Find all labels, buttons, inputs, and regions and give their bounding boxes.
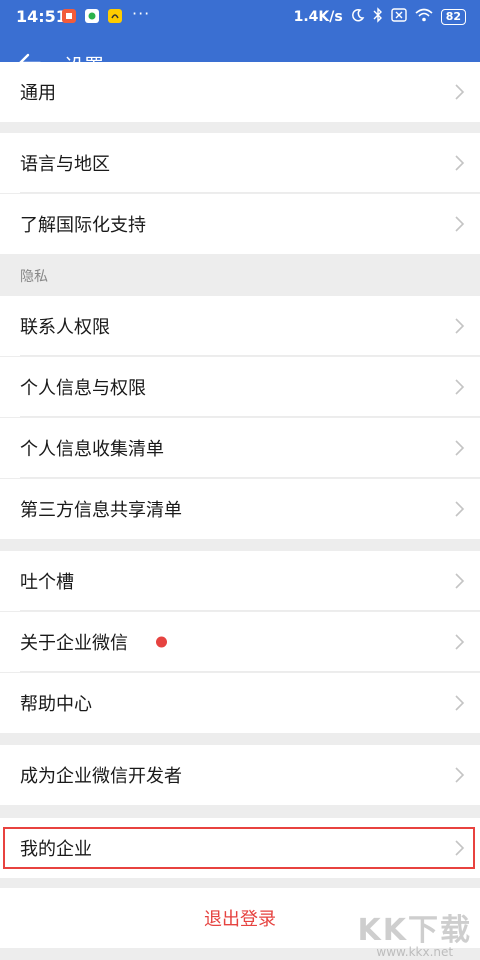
settings-item-third-party-sharing[interactable]: 第三方信息共享清单 (0, 479, 480, 539)
moon-icon (351, 8, 365, 26)
notification-app-icon (85, 9, 99, 23)
chevron-right-icon (455, 840, 465, 856)
divider (20, 610, 480, 611)
settings-item-label: 了解国际化支持 (20, 215, 146, 236)
chevron-right-icon (455, 634, 465, 650)
settings-item-label: 我的企业 (20, 839, 92, 860)
notification-app-icon (108, 9, 122, 23)
settings-item-feedback[interactable]: 吐个槽 (0, 551, 480, 611)
divider (20, 671, 480, 672)
settings-item-label: 吐个槽 (20, 572, 74, 593)
status-time: 14:51 (16, 7, 67, 26)
settings-item-i18n-support[interactable]: 了解国际化支持 (0, 194, 480, 254)
divider (20, 416, 480, 417)
settings-item-label: 成为企业微信开发者 (20, 766, 182, 787)
watermark-logo: KK下载 www.kkx.net (358, 905, 473, 959)
divider (20, 192, 480, 193)
settings-item-personal-info-permission[interactable]: 个人信息与权限 (0, 357, 480, 417)
settings-item-label: 第三方信息共享清单 (20, 500, 182, 521)
settings-item-label: 个人信息收集清单 (20, 439, 164, 460)
more-notifications-icon: ··· (132, 4, 151, 23)
settings-item-label: 帮助中心 (20, 694, 92, 715)
notification-app-icon (62, 9, 76, 23)
chevron-right-icon (455, 318, 465, 334)
section-header-privacy: 隐私 (20, 269, 48, 285)
new-badge-dot (156, 636, 167, 648)
settings-item-label: 关于企业微信 (20, 633, 128, 654)
chevron-right-icon (455, 379, 465, 395)
settings-item-label: 通用 (20, 83, 56, 104)
wifi-icon (415, 8, 433, 26)
chevron-right-icon (455, 84, 465, 100)
settings-item-label: 语言与地区 (20, 154, 110, 175)
status-right-group: 1.4K/s 82 (294, 7, 466, 27)
battery-indicator: 82 (440, 9, 466, 25)
chevron-right-icon (455, 216, 465, 232)
settings-item-personal-info-collection[interactable]: 个人信息收集清单 (0, 418, 480, 478)
watermark-logo-text: KK下载 (357, 913, 472, 948)
settings-item-become-developer[interactable]: 成为企业微信开发者 (0, 745, 480, 805)
divider (20, 355, 480, 356)
settings-item-label: 个人信息与权限 (20, 378, 146, 399)
sim-disabled-icon (390, 8, 407, 26)
settings-item-contacts-permission[interactable]: 联系人权限 (0, 296, 480, 356)
chevron-right-icon (455, 440, 465, 456)
chevron-right-icon (455, 573, 465, 589)
status-notification-icons (62, 9, 122, 23)
chevron-right-icon (455, 155, 465, 171)
chevron-right-icon (455, 501, 465, 517)
status-bar: 14:51 ··· 1.4K/s 82 (0, 0, 480, 34)
settings-item-general[interactable]: 通用 (0, 62, 480, 122)
settings-item-help-center[interactable]: 帮助中心 (0, 673, 480, 733)
settings-item-language-region[interactable]: 语言与地区 (0, 133, 480, 193)
settings-item-label: 联系人权限 (20, 317, 110, 338)
bluetooth-icon (373, 7, 383, 27)
chevron-right-icon (455, 695, 465, 711)
chevron-right-icon (455, 767, 465, 783)
divider (20, 477, 480, 478)
settings-item-about[interactable]: 关于企业微信 (0, 612, 480, 672)
settings-item-my-enterprise[interactable]: 我的企业 (0, 818, 480, 878)
network-speed: 1.4K/s (293, 9, 343, 25)
